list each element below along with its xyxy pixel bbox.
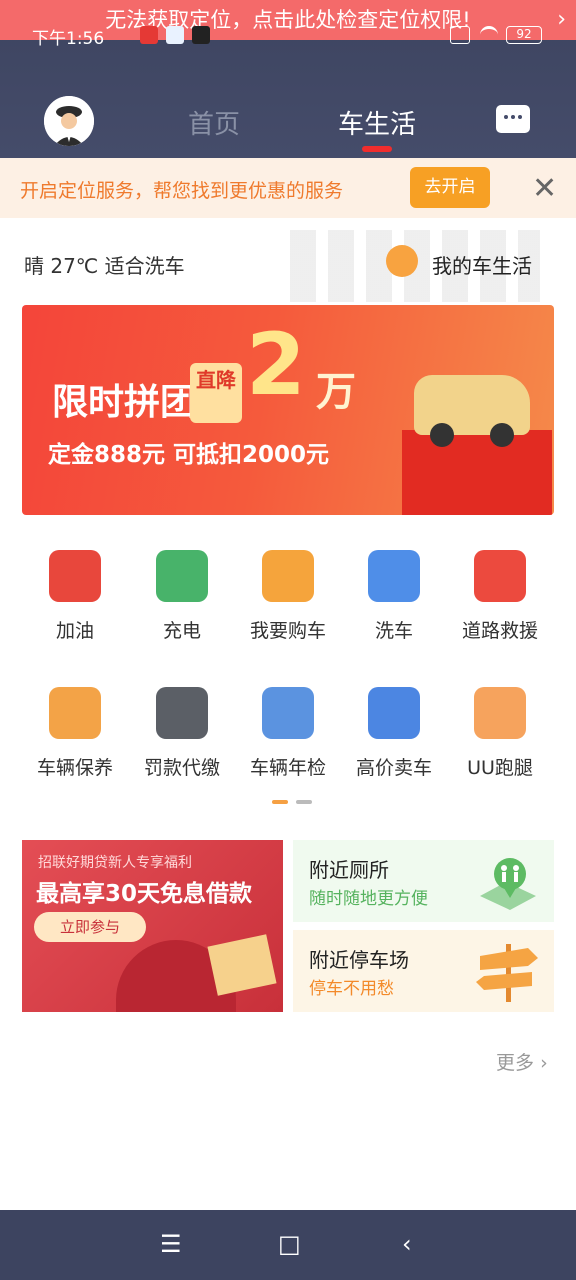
chevron-right-icon: › (540, 1052, 548, 1074)
sim-icon (450, 26, 470, 44)
loan-promo-banner[interactable]: 招联好期贷新人专享福利 最高享30天免息借款 立即参与 (22, 840, 283, 1012)
banner-badge: 直降 (190, 363, 242, 423)
traffic-cone-icon (474, 550, 526, 602)
card-title: 附近停车场 (309, 948, 409, 972)
service-item[interactable]: 高价卖车 (341, 687, 447, 797)
status-time: 下午1:56 (32, 29, 105, 49)
fine-ticket-icon (156, 687, 208, 739)
banner-unit: 万 (316, 369, 356, 415)
home-icon[interactable]: □ (278, 1230, 301, 1258)
card-subtitle: 停车不用愁 (309, 979, 394, 999)
status-bar: 下午1:56 92 (0, 22, 576, 52)
tab-car-life[interactable]: 车生活 (338, 104, 416, 141)
promo-join-button[interactable]: 立即参与 (34, 912, 146, 942)
location-service-bar: 开启定位服务，帮您找到更优惠的服务 去开启 ✕ (0, 158, 576, 218)
charging-pump-icon (156, 550, 208, 602)
service-label: 高价卖车 (355, 757, 432, 779)
user-avatar-small-icon (386, 245, 418, 277)
driver-avatar-icon (44, 96, 94, 146)
toilet-map-icon (480, 858, 536, 910)
service-item[interactable]: 罚款代缴 (129, 687, 235, 797)
service-label: 道路救援 (461, 620, 538, 642)
inspection-clipboard-icon (262, 687, 314, 739)
tab-home[interactable]: 首页 (188, 104, 240, 141)
card-title: 附近厕所 (309, 858, 389, 882)
more-label: 更多 (496, 1052, 535, 1074)
browser-notification-icon (166, 26, 184, 44)
signpost-icon (476, 944, 538, 1002)
nearby-parking-card[interactable]: 附近停车场 停车不用愁 (293, 930, 554, 1012)
car-icon (414, 375, 530, 447)
wifi-icon (480, 26, 498, 44)
close-icon[interactable]: ✕ (532, 171, 557, 206)
card-subtitle: 随时随地更方便 (309, 889, 428, 909)
service-label: UU跑腿 (467, 757, 533, 779)
fuel-pump-icon (49, 550, 101, 602)
coupon-ticket-icon (207, 934, 277, 996)
enable-location-button[interactable]: 去开启 (410, 167, 490, 208)
service-label: 充电 (162, 620, 201, 642)
promo-title: 最高享30天免息借款 (36, 881, 253, 907)
banner-podium (402, 430, 552, 515)
service-item[interactable]: 道路救援 (447, 550, 553, 660)
active-tab-indicator (362, 146, 392, 152)
service-label: 我要购车 (249, 620, 326, 642)
service-label: 车辆保养 (36, 757, 113, 779)
game-notification-icon (192, 26, 210, 44)
service-label: 加油 (55, 620, 94, 642)
my-car-life-link[interactable]: 我的车生活 (386, 245, 556, 281)
service-item[interactable]: UU跑腿 (447, 687, 553, 797)
service-item[interactable]: 我要购车 (235, 550, 341, 660)
service-item[interactable]: 充电 (129, 550, 235, 660)
battery-icon: 92 (506, 26, 542, 44)
my-car-life-label: 我的车生活 (432, 254, 532, 278)
service-item[interactable]: 洗车 (341, 550, 447, 660)
gift-car-icon (262, 550, 314, 602)
user-avatar[interactable] (44, 96, 94, 146)
service-item[interactable]: 车辆保养 (22, 687, 128, 797)
group-buy-banner[interactable]: 限时拼团 直降 2 万 定金888元 可抵扣2000元 (22, 305, 554, 515)
more-link[interactable]: 更多 › (496, 1048, 548, 1075)
service-label: 罚款代缴 (143, 757, 220, 779)
nearby-toilet-card[interactable]: 附近厕所 随时随地更方便 (293, 840, 554, 922)
car-wash-icon (368, 550, 420, 602)
oil-can-icon (49, 687, 101, 739)
service-item[interactable]: 车辆年检 (235, 687, 341, 797)
service-label: 洗车 (374, 620, 413, 642)
back-icon[interactable]: ‹ (402, 1230, 412, 1258)
promo-subtitle: 招联好期贷新人专享福利 (38, 855, 192, 871)
banner-title: 限时拼团 (52, 382, 197, 423)
banner-amount: 2 (246, 315, 306, 415)
system-nav-bar: ☰ □ ‹ (0, 1210, 576, 1280)
message-icon[interactable] (496, 105, 530, 133)
service-label: 车辆年检 (249, 757, 326, 779)
app-notification-icon (140, 26, 158, 44)
weather-text: 晴 27℃ 适合洗车 (24, 254, 185, 278)
sell-car-icon (368, 687, 420, 739)
banner-subtitle: 定金888元 可抵扣2000元 (48, 442, 330, 468)
location-prompt-text: 开启定位服务，帮您找到更优惠的服务 (20, 180, 344, 202)
menu-icon[interactable]: ☰ (160, 1230, 182, 1258)
service-item[interactable]: 加油 (22, 550, 128, 660)
uu-errand-icon (474, 687, 526, 739)
